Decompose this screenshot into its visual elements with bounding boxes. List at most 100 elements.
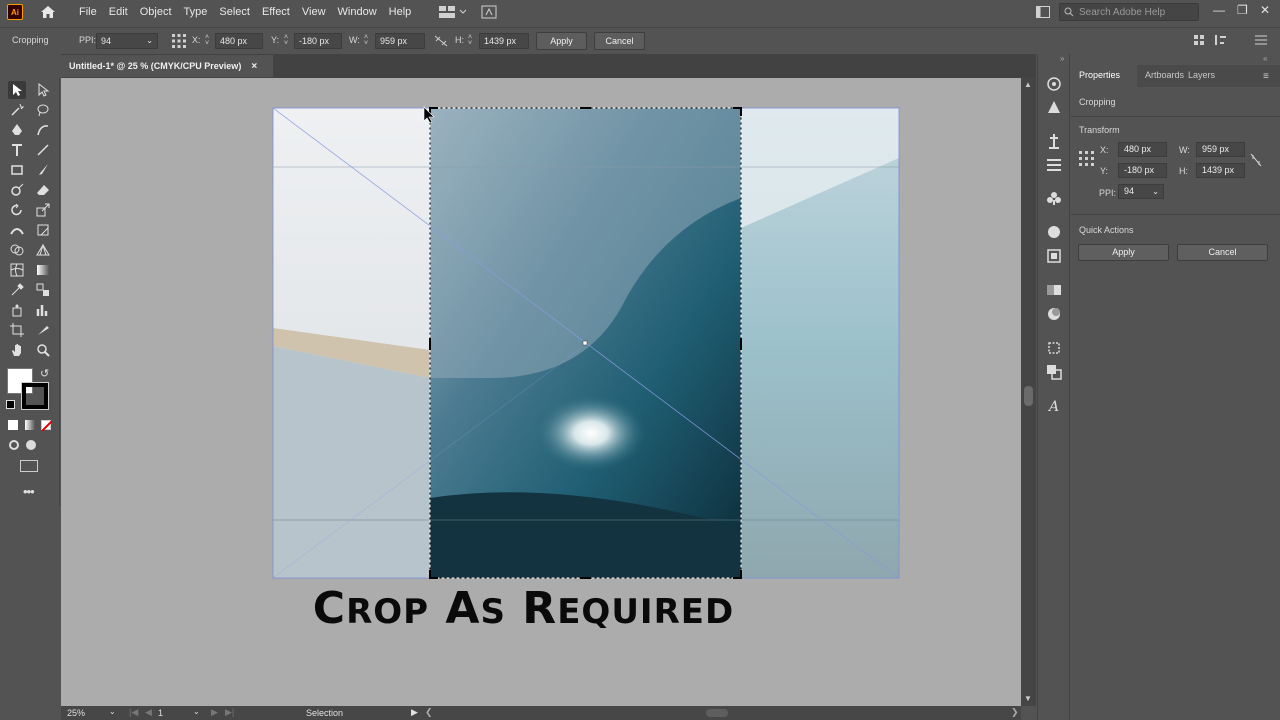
gradient-panel-icon[interactable] — [1046, 282, 1062, 298]
type-tool-icon[interactable] — [8, 141, 26, 159]
w-field[interactable]: 959 px — [375, 33, 425, 49]
x-field[interactable]: 480 px — [215, 33, 263, 49]
reference-point-icon[interactable] — [171, 33, 187, 49]
draw-normal-icon[interactable] — [9, 440, 19, 450]
scroll-right-icon[interactable]: ❯ — [1011, 707, 1019, 718]
width-tool-icon[interactable] — [8, 221, 26, 239]
x-stepper-icon[interactable]: ˄ ˅ — [205, 34, 212, 47]
color-mode-icon[interactable] — [8, 420, 18, 430]
h-field[interactable]: 1439 px — [1196, 163, 1245, 178]
mesh-tool-icon[interactable] — [8, 261, 26, 279]
rotate-tool-icon[interactable] — [8, 201, 26, 219]
zoom-chevron-icon[interactable]: ⌄ — [109, 707, 116, 716]
next-artboard-icon[interactable]: ▶ — [211, 707, 218, 718]
direct-selection-tool-icon[interactable] — [34, 81, 52, 99]
lasso-tool-icon[interactable] — [34, 101, 52, 119]
ppi-select[interactable]: 94 ⌄ — [96, 33, 158, 49]
default-colors-icon[interactable] — [6, 400, 15, 409]
zoom-tool-icon[interactable] — [34, 341, 52, 359]
gradient-tool-icon[interactable] — [34, 261, 52, 279]
menu-edit[interactable]: Edit — [103, 0, 134, 24]
first-artboard-icon[interactable]: |◀ — [129, 707, 138, 718]
symbols-icon[interactable] — [1046, 190, 1062, 206]
rectangle-tool-icon[interactable] — [8, 161, 26, 179]
pathfinder-icon[interactable] — [1046, 364, 1062, 380]
constrain-proportions-icon[interactable] — [434, 35, 448, 47]
selection-tool-icon[interactable] — [8, 81, 26, 99]
transparency-icon[interactable] — [1046, 306, 1062, 322]
workspace-switcher[interactable] — [439, 5, 497, 19]
graphic-styles-icon[interactable] — [1046, 248, 1062, 264]
canvas[interactable]: CROP AS REQUIRED — [61, 78, 1021, 706]
gpu-performance-icon[interactable] — [481, 5, 497, 19]
scroll-down-icon[interactable]: ▼ — [1024, 694, 1032, 703]
menu-object[interactable]: Object — [134, 0, 178, 24]
slice-tool-icon[interactable] — [34, 321, 52, 339]
recolor-icon[interactable] — [1046, 76, 1062, 92]
swap-colors-icon[interactable]: ↺ — [40, 367, 49, 380]
screen-mode-icon[interactable] — [20, 460, 38, 472]
document-tab[interactable]: Untitled-1* @ 25 % (CMYK/CPU Preview) × — [61, 55, 273, 77]
close-tab-icon[interactable]: × — [251, 61, 257, 72]
perspective-grid-tool-icon[interactable] — [34, 241, 52, 259]
column-graph-tool-icon[interactable] — [34, 301, 52, 319]
blend-tool-icon[interactable] — [34, 281, 52, 299]
line-tool-icon[interactable] — [34, 141, 52, 159]
pen-tool-icon[interactable] — [8, 121, 26, 139]
hand-tool-icon[interactable] — [8, 341, 26, 359]
cancel-button[interactable]: Cancel — [1177, 244, 1268, 261]
scroll-thumb[interactable] — [1024, 386, 1033, 406]
close-window-icon[interactable]: ✕ — [1260, 3, 1270, 17]
restore-icon[interactable]: ❐ — [1237, 3, 1248, 17]
horizontal-scroll-thumb[interactable] — [706, 709, 728, 717]
x-field[interactable]: 480 px — [1118, 142, 1167, 157]
tab-properties[interactable]: Properties — [1079, 70, 1120, 80]
w-stepper-icon[interactable]: ˄ ˅ — [364, 34, 371, 47]
draw-behind-icon[interactable] — [26, 440, 36, 450]
stroke-color-swatch[interactable] — [21, 382, 49, 410]
tab-artboards[interactable]: Artboards — [1145, 70, 1184, 80]
menu-effect[interactable]: Effect — [256, 0, 296, 24]
paintbrush-tool-icon[interactable] — [34, 161, 52, 179]
menu-view[interactable]: View — [296, 0, 332, 24]
edit-toolbar-icon[interactable]: ••• — [23, 484, 35, 499]
panel-options-icon[interactable]: ≡ — [1263, 71, 1269, 82]
free-transform-tool-icon[interactable] — [34, 221, 52, 239]
transform-panel-icon[interactable] — [1046, 340, 1062, 356]
panel-menu-icon[interactable] — [1255, 35, 1267, 45]
puppet-warp-icon[interactable] — [1046, 133, 1062, 149]
w-field[interactable]: 959 px — [1196, 142, 1245, 157]
tab-layers[interactable]: Layers — [1188, 70, 1215, 80]
distribute-icon[interactable] — [1214, 34, 1232, 46]
character-icon[interactable]: A — [1046, 398, 1062, 414]
collapse-strip-icon[interactable]: » — [1060, 54, 1064, 63]
search-help-field[interactable]: Search Adobe Help — [1059, 3, 1199, 21]
artboard-number[interactable]: 1 — [158, 708, 163, 718]
brushes-icon[interactable] — [1046, 224, 1062, 240]
apply-button[interactable]: Apply — [536, 32, 587, 50]
ppi-select[interactable]: 94 ⌄ — [1118, 184, 1164, 199]
menu-window[interactable]: Window — [332, 0, 383, 24]
menu-file[interactable]: File — [73, 0, 103, 24]
align-icon[interactable] — [1193, 34, 1205, 46]
y-stepper-icon[interactable]: ˄ ˅ — [284, 34, 291, 47]
artboard-tool-icon[interactable] — [8, 321, 26, 339]
image-trace-icon[interactable] — [1046, 99, 1062, 115]
menu-help[interactable]: Help — [383, 0, 418, 24]
magic-wand-tool-icon[interactable] — [8, 101, 26, 119]
panel-layout-icon[interactable] — [1036, 6, 1050, 18]
prev-artboard-icon[interactable]: ◀ — [145, 707, 152, 718]
collapse-tools-icon[interactable] — [22, 58, 38, 62]
shaper-tool-icon[interactable] — [8, 181, 26, 199]
eraser-tool-icon[interactable] — [34, 181, 52, 199]
h-stepper-icon[interactable]: ˄ ˅ — [468, 34, 475, 47]
home-icon[interactable] — [39, 4, 57, 20]
reference-point-icon[interactable] — [1079, 151, 1094, 166]
menu-select[interactable]: Select — [213, 0, 256, 24]
none-mode-icon[interactable] — [41, 420, 52, 431]
last-artboard-icon[interactable]: ▶| — [225, 707, 234, 718]
vertical-scrollbar[interactable]: ▲ ▼ — [1021, 78, 1036, 706]
y-field[interactable]: -180 px — [1118, 163, 1167, 178]
zoom-level[interactable]: 25% — [67, 708, 85, 718]
status-menu-icon[interactable]: ▶ — [411, 707, 418, 718]
